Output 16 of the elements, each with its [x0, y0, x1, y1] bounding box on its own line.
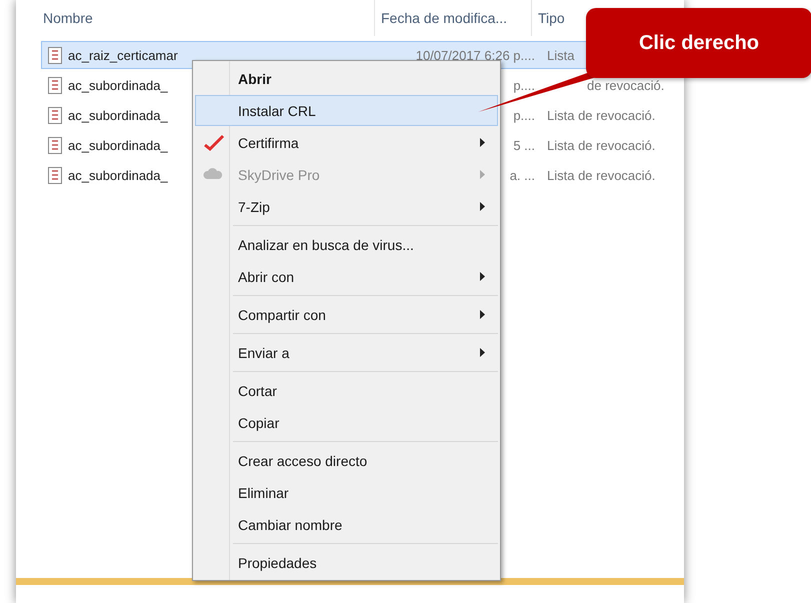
- file-date: p....: [513, 78, 536, 92]
- file-type: Lista de revocació.: [547, 138, 656, 152]
- file-date: p....: [513, 108, 536, 122]
- file-name: ac_subordinada_: [68, 108, 169, 122]
- file-name: ac_subordinada_: [68, 168, 169, 182]
- file-type: de revocació.: [587, 78, 664, 92]
- file-type: Lista de revocació.: [547, 108, 656, 122]
- file-date: 5 ...: [513, 138, 536, 152]
- file-date: 10/07/2017 6:26 p....: [416, 48, 536, 62]
- file-name: ac_subordinada_: [68, 78, 169, 92]
- callout: Clic derecho: [586, 8, 811, 78]
- file-type: Lista de revocació.: [547, 168, 656, 182]
- file-name: ac_subordinada_: [68, 138, 169, 152]
- file-date: a. ...: [510, 168, 536, 182]
- file-name: ac_raiz_certicamar: [68, 48, 179, 62]
- file-type: Lista: [547, 48, 574, 62]
